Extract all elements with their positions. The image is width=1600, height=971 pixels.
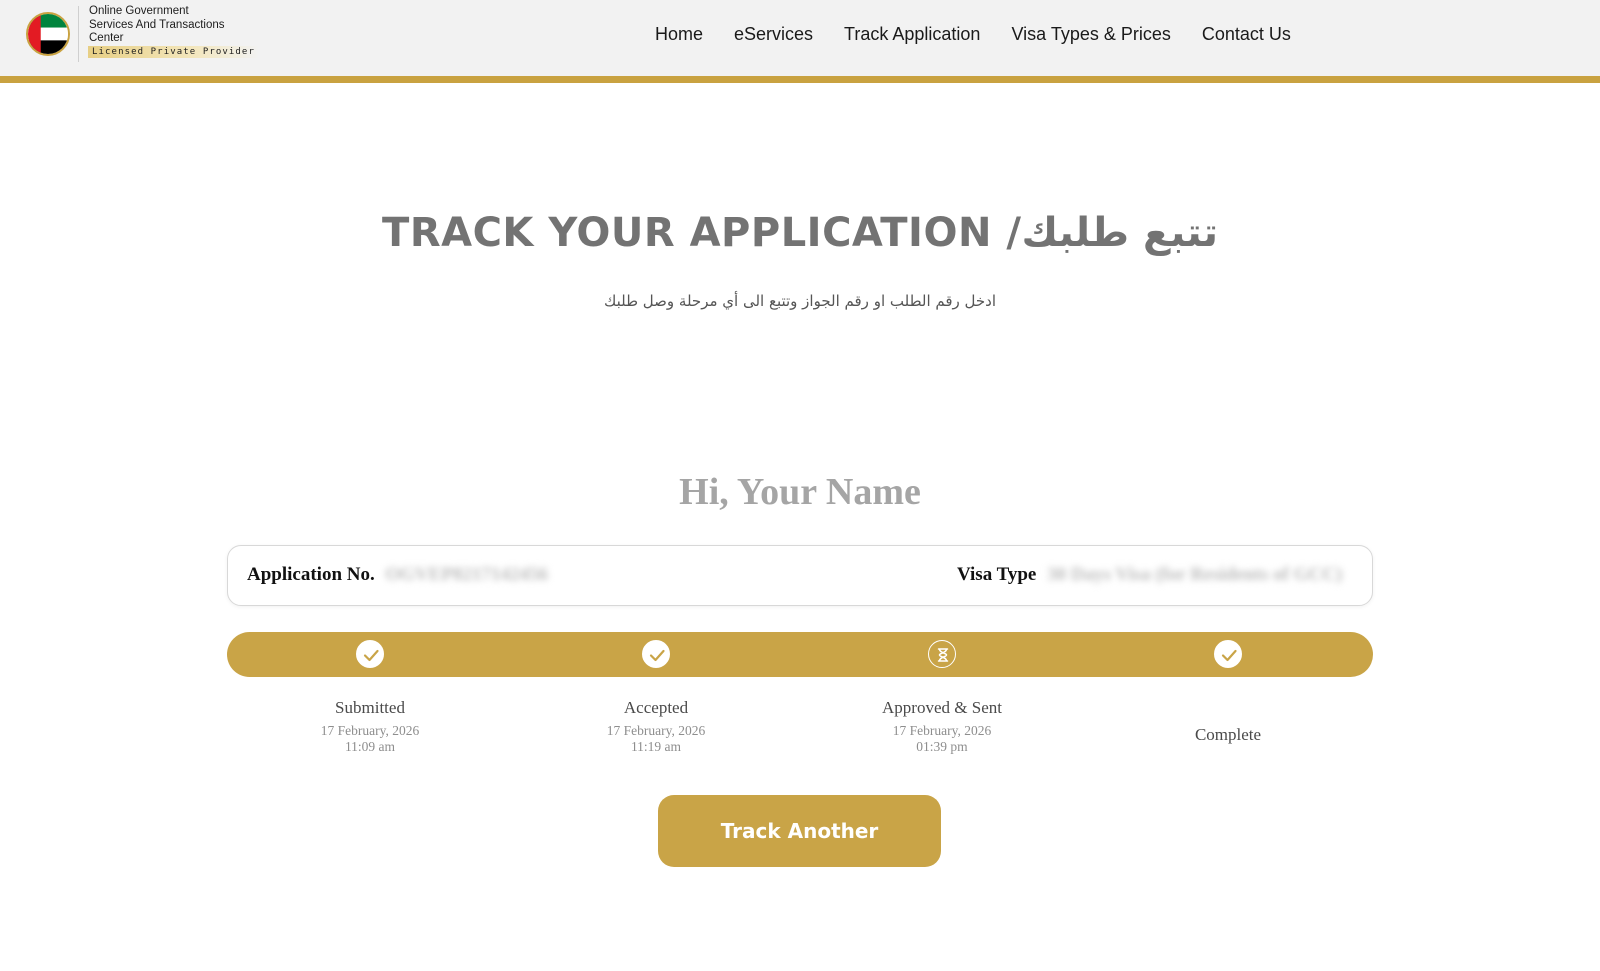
progress-bar	[227, 632, 1373, 677]
step-approved-sent: Approved & Sent 17 February, 2026 01:39 …	[842, 698, 1042, 755]
main-nav: Home eServices Track Application Visa Ty…	[655, 20, 1322, 48]
step-time: 11:19 am	[630, 739, 682, 754]
application-number-label: Application No.	[247, 564, 375, 585]
visa-type-value: 30 Days Visa (for Residents of GCC)	[1047, 564, 1343, 585]
application-info-card: Application No. OGVEP8217142456 Visa Typ…	[227, 545, 1373, 606]
step-submitted: Submitted 17 February, 2026 11:09 am	[270, 698, 470, 755]
nav-eservices[interactable]: eServices	[734, 20, 813, 48]
step-time: 11:09 am	[344, 739, 396, 754]
org-name-line-1: Online Government	[89, 5, 189, 17]
step-label: Submitted	[335, 698, 405, 717]
org-name-line-3: Center	[89, 32, 124, 44]
licensed-provider-tag: Licensed Private Provider	[88, 46, 259, 58]
org-name-line-2: Services And Transactions	[89, 18, 225, 31]
application-number-field: Application No. OGVEP8217142456	[247, 564, 548, 586]
step-label: Approved & Sent	[882, 698, 1002, 717]
nav-contact-us[interactable]: Contact Us	[1202, 20, 1291, 48]
uae-flag-emblem-icon[interactable]	[26, 12, 70, 56]
step-date: 17 February, 2026	[892, 723, 992, 738]
visa-type-label: Visa Type	[957, 564, 1037, 585]
site-header: Online Government Services And Transacti…	[0, 0, 1600, 76]
step-label: Accepted	[623, 698, 689, 717]
check-icon	[642, 640, 670, 668]
step-complete: Complete	[1128, 725, 1328, 745]
logo-divider	[78, 6, 79, 62]
nav-visa-types-prices[interactable]: Visa Types & Prices	[1011, 20, 1170, 48]
org-name: Online Government Services And Transacti…	[89, 5, 249, 46]
step-date: 17 February, 2026	[320, 723, 420, 738]
step-label: Complete	[1194, 725, 1262, 744]
page-subtitle: ادخل رقم الطلب او رقم الجواز وتتبع الى أ…	[603, 292, 997, 310]
nav-home[interactable]: Home	[655, 20, 703, 48]
check-icon	[356, 640, 384, 668]
application-number-value: OGVEP8217142456	[385, 564, 549, 585]
visa-type-field: Visa Type 30 Days Visa (for Residents of…	[957, 564, 1342, 586]
nav-track-application[interactable]: Track Application	[844, 20, 980, 48]
step-time: 01:39 pm	[916, 739, 968, 754]
step-date: 17 February, 2026	[606, 723, 706, 738]
page-title: TRACK YOUR APPLICATION /تتبع طلبك	[382, 210, 1218, 256]
hourglass-icon	[928, 640, 956, 668]
check-icon	[1214, 640, 1242, 668]
greeting: Hi, Your Name	[679, 471, 921, 513]
header-accent-bar	[0, 76, 1600, 83]
step-accepted: Accepted 17 February, 2026 11:19 am	[556, 698, 756, 755]
track-another-application-button[interactable]: Track Another Application	[658, 795, 941, 915]
